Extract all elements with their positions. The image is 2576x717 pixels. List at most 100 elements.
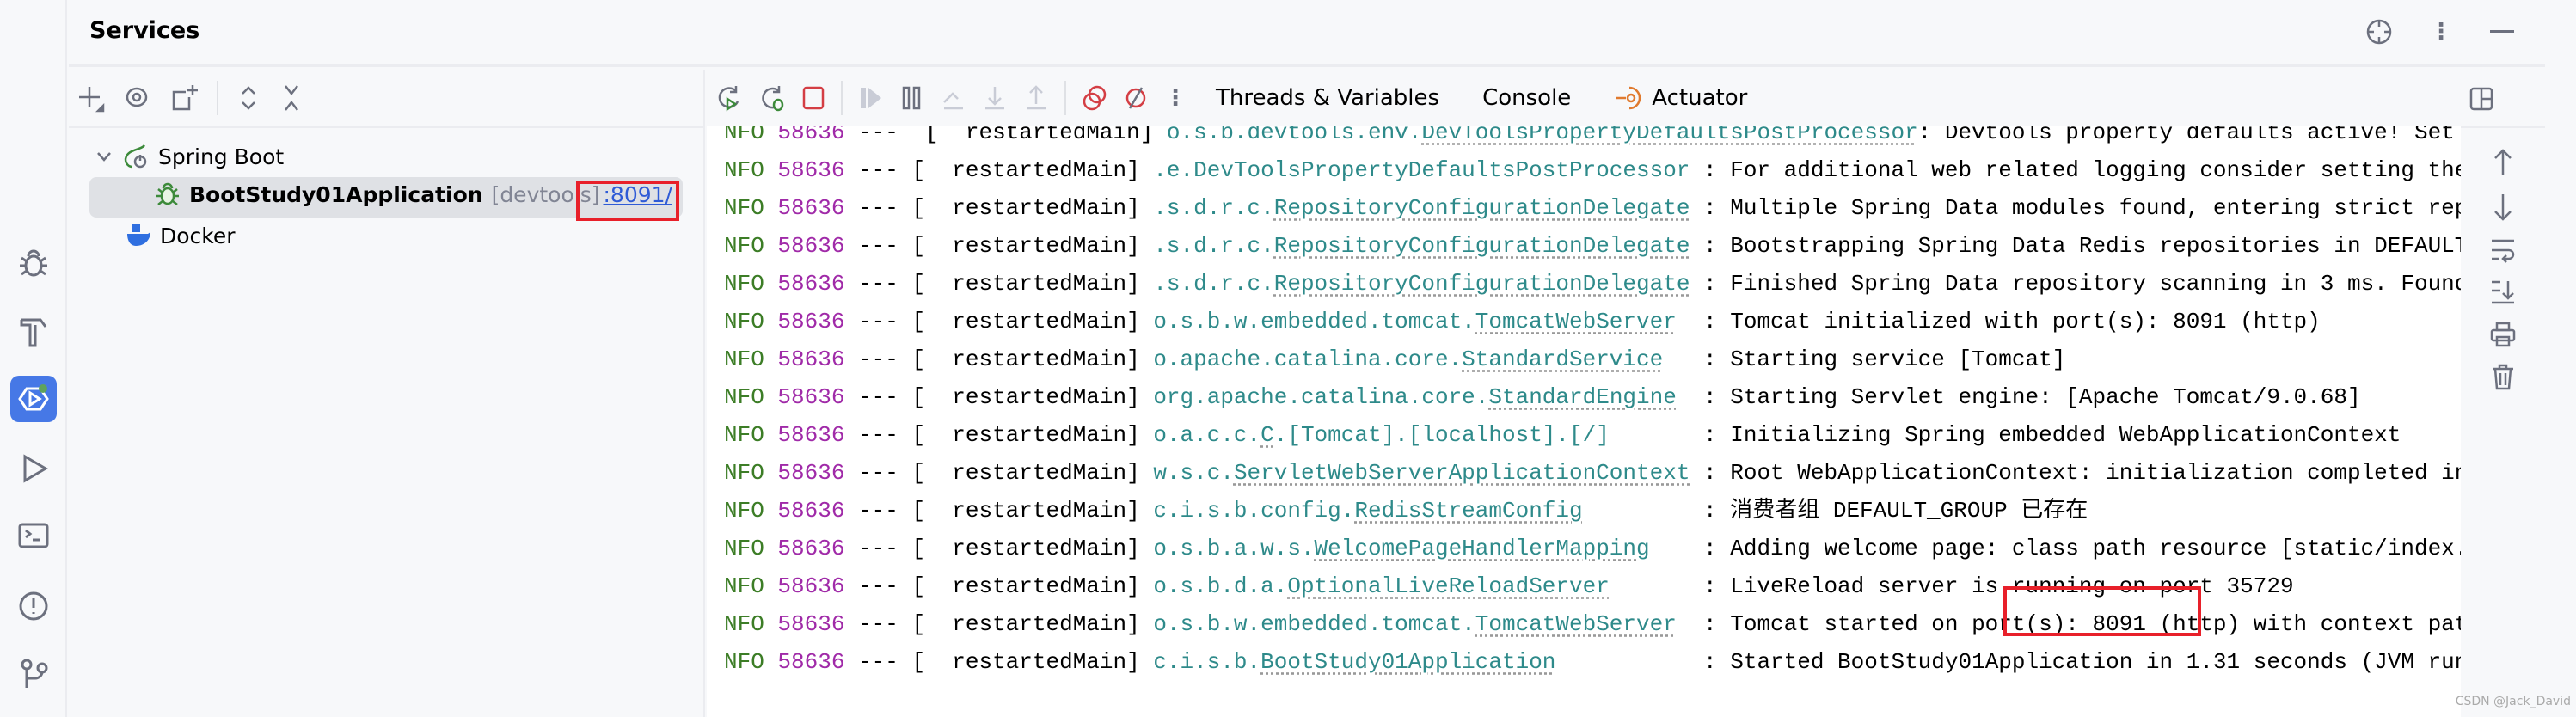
scroll-down-icon[interactable] xyxy=(2492,193,2514,222)
log-lv: NFO xyxy=(724,422,764,448)
logger-name[interactable]: o.s.b.d.a.OptionalLiveReloadServer xyxy=(1153,573,1610,599)
scroll-up-icon[interactable] xyxy=(2492,148,2514,177)
step-out-icon[interactable] xyxy=(1023,84,1049,111)
log-text: --- [ restartedMain] xyxy=(858,498,1140,524)
highlight-box xyxy=(576,181,679,221)
tab-label: Console xyxy=(1482,84,1572,111)
logger-name[interactable]: c.i.s.b.BootStudy01Application xyxy=(1153,649,1555,675)
logger-name[interactable]: o.s.b.w.embedded.tomcat.TomcatWebServer xyxy=(1153,611,1677,637)
tree-item-spring-boot[interactable]: Spring Boot xyxy=(96,144,284,169)
debug-toolbar: ⋮ Threads & Variables Console Actuator xyxy=(707,69,2545,130)
view-options-icon[interactable] xyxy=(124,83,153,113)
log-text: : Devtools property defaults active! Set… xyxy=(1917,126,2455,145)
view-breakpoints-icon[interactable] xyxy=(1082,84,1107,112)
log-text: org.apache.catalina.core. xyxy=(1153,384,1489,410)
log-text: OptionalLiveReloadServer xyxy=(1287,573,1610,599)
tab-console[interactable]: Console xyxy=(1469,69,1585,130)
rerun-icon[interactable] xyxy=(715,83,743,113)
expand-all-icon[interactable] xyxy=(236,83,261,113)
log-line: NFO 58636 --- [ restartedMain] c.i.s.b.B… xyxy=(724,643,2461,681)
resume-icon[interactable] xyxy=(858,85,884,111)
services-icon[interactable] xyxy=(10,376,57,422)
more-icon[interactable]: ⋮ xyxy=(1164,85,1187,111)
step-over-icon[interactable] xyxy=(941,85,966,111)
log-text: DevToolsPropertyDefaultsPostProcessor xyxy=(1421,126,1918,145)
logger-name[interactable]: o.a.c.c.C.[Tomcat].[localhost].[/] xyxy=(1153,422,1610,448)
step-into-icon[interactable] xyxy=(982,85,1008,111)
new-group-icon[interactable] xyxy=(170,83,199,113)
collapse-all-icon[interactable] xyxy=(279,83,304,113)
log-text: RedisStreamConfig xyxy=(1354,498,1583,524)
tree-toolbar xyxy=(69,70,703,128)
chevron-down-icon[interactable] xyxy=(96,150,112,162)
tab-threads-variables[interactable]: Threads & Variables xyxy=(1202,69,1453,127)
scroll-to-end-icon[interactable] xyxy=(2490,279,2516,306)
log-text: : Starting Servlet engine: [Apache Tomca… xyxy=(1676,384,2361,410)
log-text: o.apache.catalina.core. xyxy=(1153,346,1463,372)
tab-label: Actuator xyxy=(1652,84,1748,111)
logger-name[interactable]: .s.d.r.c.RepositoryConfigurationDelegate xyxy=(1153,271,1690,297)
debug-icon[interactable] xyxy=(10,240,57,286)
docker-icon xyxy=(126,223,151,248)
log-text: ServletWebServerApplicationContext xyxy=(1233,460,1690,486)
git-icon[interactable] xyxy=(10,650,57,696)
logger-name[interactable]: o.s.b.w.embedded.tomcat.TomcatWebServer xyxy=(1153,309,1677,334)
logger-name[interactable]: o.s.b.a.w.s.WelcomePageHandlerMapping xyxy=(1153,536,1649,561)
tab-actuator[interactable]: Actuator xyxy=(1600,69,1761,127)
logger-name[interactable]: o.apache.catalina.core.StandardService xyxy=(1153,346,1663,372)
logger-name[interactable]: .s.d.r.c.RepositoryConfigurationDelegate xyxy=(1153,195,1690,221)
build-icon[interactable] xyxy=(10,309,57,355)
rerun-debug-icon[interactable] xyxy=(758,83,786,113)
log-text: BootStudy01Application xyxy=(1260,649,1556,675)
log-pid: 58636 xyxy=(777,573,845,599)
log-line: NFO 58636 --- [ restartedMain] .e.DevToo… xyxy=(724,151,2461,189)
log-text: --- [ restartedMain] xyxy=(858,309,1140,334)
log-lv: NFO xyxy=(724,611,764,637)
locate-icon[interactable] xyxy=(2366,19,2392,45)
minimize-icon[interactable] xyxy=(2490,30,2514,34)
log-text: : Multiple Spring Data modules found, en… xyxy=(1703,195,2461,221)
panel-title: Services xyxy=(89,17,200,44)
layout-icon[interactable] xyxy=(2469,87,2493,111)
watermark: CSDN @Jack_David xyxy=(2455,695,2571,708)
more-options-icon[interactable]: ⋮ xyxy=(2430,19,2452,45)
log-line: NFO 58636 --- [ restartedMain] o.a.c.c.C… xyxy=(724,416,2401,454)
log-pid: 58636 xyxy=(777,157,845,183)
stop-icon[interactable] xyxy=(801,85,825,111)
log-text: : Starting service [Tomcat] xyxy=(1663,346,2066,372)
tool-window-strip xyxy=(0,0,67,717)
tree-item-docker[interactable]: Docker xyxy=(126,223,236,248)
logger-name[interactable]: org.apache.catalina.core.StandardEngine xyxy=(1153,384,1677,410)
print-icon[interactable] xyxy=(2490,322,2516,347)
mute-breakpoints-icon[interactable] xyxy=(1123,84,1149,112)
log-text: --- [ restartedMain] xyxy=(858,573,1140,599)
log-line: NFO 58636 --- [ restartedMain] org.apach… xyxy=(724,378,2361,416)
logger-name[interactable]: o.s.b.devtools.env.DevToolsPropertyDefau… xyxy=(1167,126,1918,145)
highlight-box xyxy=(2003,586,2201,636)
log-lv: NFO xyxy=(724,126,764,145)
clear-all-icon[interactable] xyxy=(2491,363,2515,390)
log-text: StandardService xyxy=(1462,346,1664,372)
log-text: : 消费者组 DEFAULT_GROUP 已存在 xyxy=(1582,498,2088,524)
soft-wrap-icon[interactable] xyxy=(2490,237,2516,263)
pause-icon[interactable] xyxy=(899,85,925,111)
add-service-icon[interactable] xyxy=(77,83,107,113)
terminal-icon[interactable] xyxy=(10,512,57,559)
run-icon[interactable] xyxy=(10,445,57,492)
log-text: --- [ restartedMain] xyxy=(858,157,1140,183)
log-pid: 58636 xyxy=(777,498,845,524)
log-text: o.a.c.c. xyxy=(1153,422,1261,448)
log-text: --- [ restartedMain] xyxy=(858,536,1140,561)
problems-icon[interactable] xyxy=(10,583,57,629)
logger-name[interactable]: w.s.c.ServletWebServerApplicationContext xyxy=(1153,460,1690,486)
log-text: : For additional web related logging con… xyxy=(1703,157,2461,183)
log-text: : Tomcat initialized with port(s): 8091 … xyxy=(1676,309,2321,334)
logger-name[interactable]: .e.DevToolsPropertyDefaultsPostProcessor xyxy=(1153,157,1690,183)
log-text: : Initializing Spring embedded WebApplic… xyxy=(1609,422,2401,448)
logger-name[interactable]: .s.d.r.c.RepositoryConfigurationDelegate xyxy=(1153,233,1690,259)
log-text: o.s.b.w.embedded.tomcat. xyxy=(1153,611,1475,637)
log-text: .s.d.r.c. xyxy=(1153,271,1274,297)
log-line: NFO 58636 --- [ restartedMain] o.apache.… xyxy=(724,340,2065,378)
log-text: TomcatWebServer xyxy=(1475,309,1677,334)
logger-name[interactable]: c.i.s.b.config.RedisStreamConfig xyxy=(1153,498,1582,524)
